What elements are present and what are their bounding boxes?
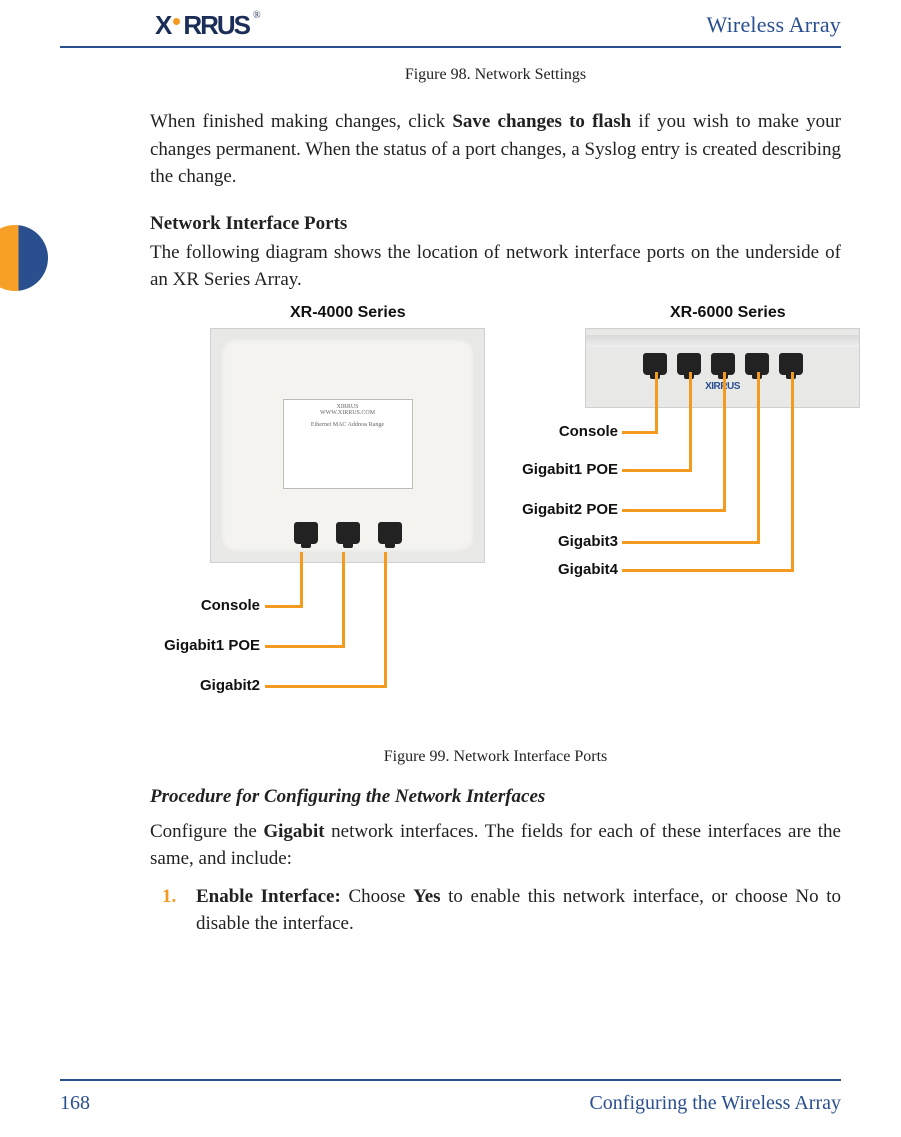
procedure-heading: Procedure for Configuring the Network In… — [150, 786, 841, 808]
label-console-xr6000: Console — [500, 423, 618, 440]
lead-line — [622, 569, 794, 572]
text: Configure the — [150, 821, 263, 842]
page-number: 168 — [60, 1092, 90, 1115]
footer-section-title: Configuring the Wireless Array — [589, 1092, 841, 1115]
figure-99-caption: Figure 99. Network Interface Ports — [150, 748, 841, 766]
header-divider — [60, 46, 841, 48]
section-heading-network-interface-ports: Network Interface Ports — [150, 213, 841, 235]
lead-line — [265, 685, 387, 688]
brand-logo: XRRUS® — [155, 10, 259, 41]
lead-line — [622, 431, 658, 434]
label-gig3-xr6000: Gigabit3 — [500, 533, 618, 550]
lead-line — [655, 372, 658, 434]
procedure-list: 1. Enable Interface: Choose Yes to enabl… — [150, 883, 841, 938]
lead-line — [265, 645, 345, 648]
save-changes-bold: Save changes to flash — [452, 111, 631, 132]
lead-line — [622, 469, 692, 472]
lead-line — [757, 372, 760, 544]
lead-line — [723, 372, 726, 512]
text-bold: Yes — [413, 886, 440, 907]
lead-line — [622, 541, 760, 544]
xr4000-title: XR-4000 Series — [290, 304, 406, 322]
port-icon — [336, 522, 360, 544]
lead-line — [622, 509, 726, 512]
label-console-xr4000: Console — [140, 597, 260, 614]
section-tab-icon — [0, 225, 48, 291]
header-product: Wireless Array — [707, 12, 841, 38]
lead-line — [300, 552, 303, 608]
text: Choose — [341, 886, 413, 907]
footer-divider — [60, 1079, 841, 1081]
lead-line — [342, 552, 345, 648]
xr6000-title: XR-6000 Series — [670, 304, 786, 322]
label-gig4-xr6000: Gigabit4 — [500, 561, 618, 578]
lead-line — [689, 372, 692, 472]
lead-line — [791, 372, 794, 572]
text-bold: Gigabit — [263, 821, 324, 842]
text: When finished making changes, click — [150, 111, 452, 132]
intro-paragraph: When finished making changes, click Save… — [150, 108, 841, 191]
figure-98-caption: Figure 98. Network Settings — [150, 66, 841, 84]
label-gig2poe-xr6000: Gigabit2 POE — [500, 501, 618, 518]
lead-line — [265, 605, 303, 608]
xr4000-photo: XIRRUSWWW.XIRRUS.COMEthernet MAC Address… — [210, 328, 485, 563]
label-gig1poe-xr4000: Gigabit1 POE — [140, 637, 260, 654]
list-item: 1. Enable Interface: Choose Yes to enabl… — [196, 883, 841, 938]
section-paragraph: The following diagram shows the location… — [150, 239, 841, 294]
port-icon — [294, 522, 318, 544]
procedure-paragraph: Configure the Gigabit network interfaces… — [150, 818, 841, 873]
label-gig2-xr4000: Gigabit2 — [140, 677, 260, 694]
text-bold: Enable Interface: — [196, 886, 341, 907]
figure-99-diagram: XR-4000 Series XR-6000 Series XIRRUSWWW.… — [150, 304, 841, 744]
lead-line — [384, 552, 387, 688]
port-icon — [378, 522, 402, 544]
label-gig1poe-xr6000: Gigabit1 POE — [500, 461, 618, 478]
list-number: 1. — [162, 883, 176, 911]
